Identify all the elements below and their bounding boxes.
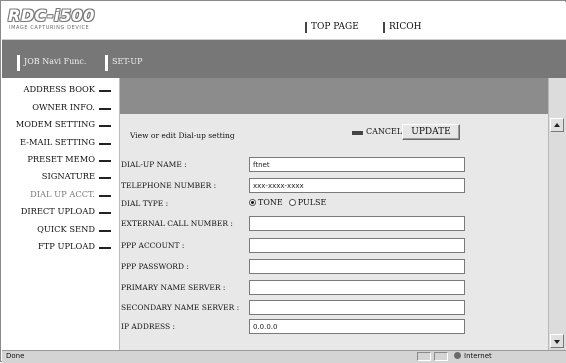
logo-subtitle: IMAGE CAPTURING DEVICE [9,25,90,31]
telephone-label: TELEPHONE NUMBER : [121,181,217,190]
ip-address-row: IP ADDRESS : [120,319,548,335]
sidebar-item-label: OWNER INFO. [32,102,95,112]
menu-marker-icon [99,124,111,127]
ppp-password-row: PPP PASSWORD : [120,259,548,275]
update-button[interactable]: UPDATE [402,124,460,140]
sidebar-item-label: DIRECT UPLOAD [20,206,95,216]
main-content: View or edit Dial-up setting CANCEL UPDA… [120,78,548,350]
logo-text: RDC-i500 [8,6,95,25]
logo: RDC-i500 IMAGE CAPTURING DEVICE [8,6,120,36]
telephone-input[interactable] [249,178,465,193]
tab-marker [105,55,108,71]
scroll-down-arrow-icon[interactable] [550,334,564,348]
telephone-row: TELEPHONE NUMBER : [120,178,548,194]
ppp-password-label: PPP PASSWORD : [121,262,189,271]
tone-radio[interactable] [249,199,256,206]
menu-marker-icon [99,159,111,162]
content-header [120,78,548,114]
secondary-ns-label: SECONDARY NAME SERVER : [121,303,240,312]
ricoh-link[interactable]: RICOH [383,22,421,33]
sidebar-item-label: MODEM SETTING [15,119,95,129]
pulse-radio[interactable] [288,199,296,206]
sidebar-item-modem-setting[interactable]: MODEM SETTING [16,119,111,129]
secondary-ns-row: SECONDARY NAME SERVER : [120,300,548,316]
sidebar-item-email-setting[interactable]: E-MAIL SETTING [20,137,111,147]
external-call-label: EXTERNAL CALL NUMBER : [121,219,233,228]
tab-marker [17,55,20,71]
ip-address-input[interactable] [249,319,465,334]
sidebar-item-label: PRESET MEMO [27,154,95,164]
ppp-account-label: PPP ACCOUNT : [121,241,185,250]
status-text: Done [6,352,25,360]
sidebar-item-label: DIAL UP ACCT. [30,189,95,199]
tab-setup[interactable]: SET-UP [105,55,143,71]
dial-type-row: DIAL TYPE : TONE PULSE [120,196,548,212]
primary-ns-input[interactable] [249,280,465,295]
sidebar-item-address-book[interactable]: ADDRESS BOOK [23,84,111,94]
external-call-row: EXTERNAL CALL NUMBER : [120,216,548,232]
menu-marker-icon [99,246,111,249]
ip-address-label: IP ADDRESS : [121,322,176,331]
sidebar-item-preset-memo[interactable]: PRESET MEMO [27,154,111,164]
security-zone: Internet [454,352,492,360]
header: RDC-i500 IMAGE CAPTURING DEVICE TOP PAGE… [2,2,566,40]
secondary-ns-input[interactable] [249,300,465,315]
globe-icon [454,352,461,359]
vertical-scrollbar[interactable] [548,78,566,350]
tone-label: TONE [258,198,283,207]
cancel-label: CANCEL [366,127,403,136]
tab-label: JOB Navi Func. [24,57,87,66]
tab-label: SET-UP [112,57,143,66]
sidebar-item-quick-send[interactable]: QUICK SEND [37,224,111,234]
menu-marker-icon [99,211,111,214]
menu-marker-icon [99,194,111,197]
pulse-label: PULSE [297,198,327,207]
cancel-button[interactable]: CANCEL [352,127,402,136]
sidebar-item-label: QUICK SEND [37,224,95,234]
menu-marker-icon [99,89,111,92]
cancel-icon [352,130,363,135]
tab-job-navi[interactable]: JOB Navi Func. [17,55,87,71]
sidebar-item-direct-upload[interactable]: DIRECT UPLOAD [21,206,111,216]
sidebar-item-dial-up-acct[interactable]: DIAL UP ACCT. [30,189,111,199]
menu-marker-icon [99,176,111,179]
ppp-account-input[interactable] [249,238,465,253]
primary-ns-row: PRIMARY NAME SERVER : [120,280,548,296]
dialup-name-row: DIAL-UP NAME : [120,157,548,173]
status-pane [417,352,431,361]
top-page-link[interactable]: TOP PAGE [305,22,359,33]
browser-window: RDC-i500 IMAGE CAPTURING DEVICE TOP PAGE… [0,0,566,363]
external-call-input[interactable] [249,216,465,231]
primary-ns-label: PRIMARY NAME SERVER : [121,283,226,292]
menu-marker-icon [99,229,111,232]
ppp-account-row: PPP ACCOUNT : [120,238,548,254]
sidebar: ADDRESS BOOK OWNER INFO. MODEM SETTING E… [2,78,120,350]
sidebar-item-signature[interactable]: SIGNATURE [42,171,111,181]
sidebar-item-owner-info[interactable]: OWNER INFO. [32,102,111,112]
ppp-password-input[interactable] [249,259,465,274]
dial-type-radio-group: TONE PULSE [249,198,332,207]
zone-label: Internet [464,352,492,360]
sidebar-item-label: SIGNATURE [41,171,95,181]
status-bar: Done Internet [2,350,566,363]
status-pane [434,352,448,361]
sidebar-item-ftp-upload[interactable]: FTP UPLOAD [38,241,111,251]
sidebar-item-label: FTP UPLOAD [37,241,95,251]
dialup-name-input[interactable] [249,157,465,172]
dial-type-label: DIAL TYPE : [121,199,169,208]
page-heading: View or edit Dial-up setting [130,131,235,140]
scroll-up-arrow-icon[interactable] [550,118,564,132]
dialup-name-label: DIAL-UP NAME : [121,160,187,169]
sidebar-item-label: E-MAIL SETTING [19,137,95,147]
menu-marker-icon [99,107,111,110]
sidebar-item-label: ADDRESS BOOK [23,84,95,94]
navigation-bar: JOB Navi Func. SET-UP [2,40,566,78]
menu-marker-icon [99,142,111,145]
